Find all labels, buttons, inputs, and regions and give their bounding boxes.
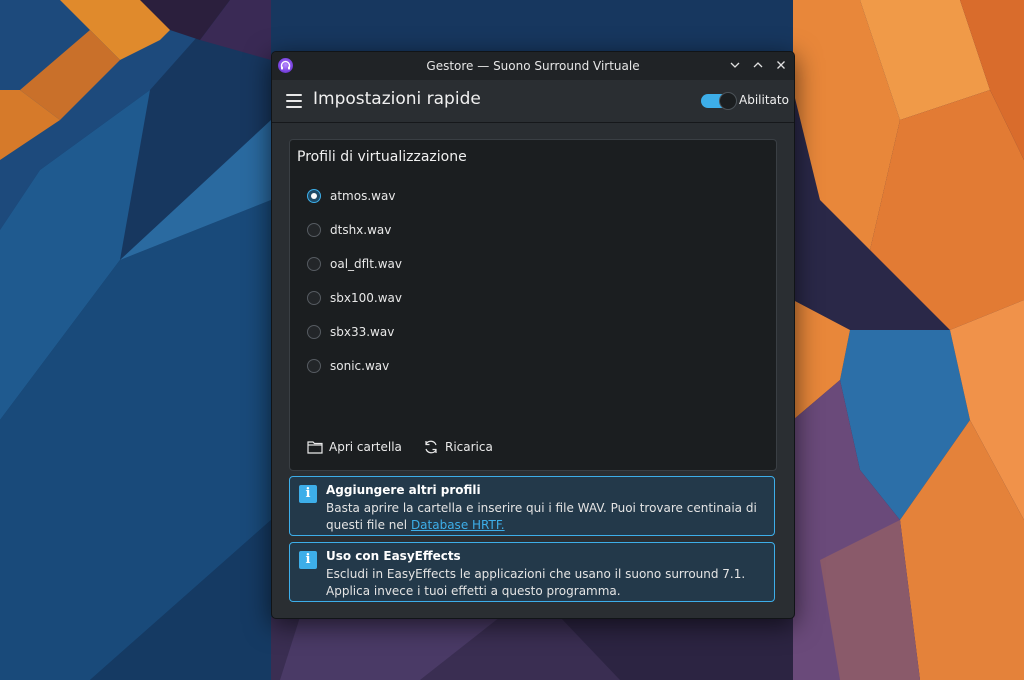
reload-label: Ricarica <box>445 440 493 454</box>
info-icon: i <box>299 551 317 569</box>
info-title: Aggiungere altri profili <box>326 483 481 497</box>
switch-knob <box>719 92 737 110</box>
chevron-down-icon <box>730 62 740 68</box>
info-icon: i <box>299 485 317 503</box>
enable-switch-label[interactable]: Abilitato <box>739 93 789 107</box>
info-text: Basta aprire la cartella e inserire qui … <box>326 500 768 534</box>
chevron-up-icon <box>753 62 763 68</box>
window-title: Gestore — Suono Surround Virtuale <box>426 59 640 73</box>
profiles-group: Profili di virtualizzazione atmos.wav dt… <box>289 139 777 471</box>
hamburger-menu-icon[interactable] <box>286 94 302 108</box>
folder-icon <box>307 441 323 454</box>
enable-switch[interactable] <box>701 92 737 110</box>
radio-button[interactable] <box>307 325 321 339</box>
app-window: Gestore — Suono Surround Virtuale Impost… <box>271 51 795 619</box>
page-header: Impostazioni rapide Abilitato <box>272 80 794 123</box>
profile-label: atmos.wav <box>330 189 396 203</box>
info-add-profiles: i Aggiungere altri profili Basta aprire … <box>289 476 775 536</box>
close-button[interactable] <box>774 58 788 72</box>
refresh-icon <box>425 440 437 454</box>
profile-option[interactable]: sbx33.wav <box>307 323 394 341</box>
profile-label: sbx33.wav <box>330 325 395 339</box>
hrtf-database-link[interactable]: Database HRTF. <box>411 518 505 532</box>
reload-button[interactable]: Ricarica <box>423 437 493 457</box>
profile-label: sbx100.wav <box>330 291 402 305</box>
radio-button[interactable] <box>307 359 321 373</box>
minimize-button[interactable] <box>728 58 742 72</box>
info-easyeffects: i Uso con EasyEffects Escludi in EasyEff… <box>289 542 775 602</box>
profile-label: sonic.wav <box>330 359 390 373</box>
profile-label: oal_dflt.wav <box>330 257 402 271</box>
info-body: Basta aprire la cartella e inserire qui … <box>326 501 757 532</box>
open-folder-label: Apri cartella <box>329 440 402 454</box>
info-text: Escludi in EasyEffects le applicazioni c… <box>326 567 746 598</box>
profile-option[interactable]: sonic.wav <box>307 357 389 375</box>
radio-button[interactable] <box>307 291 321 305</box>
page-title: Impostazioni rapide <box>313 89 481 109</box>
close-icon <box>777 61 785 69</box>
profile-option[interactable]: dtshx.wav <box>307 221 391 239</box>
maximize-button[interactable] <box>751 58 765 72</box>
radio-button[interactable] <box>307 189 321 203</box>
open-folder-button[interactable]: Apri cartella <box>307 437 402 457</box>
profile-option[interactable]: oal_dflt.wav <box>307 255 402 273</box>
profile-option[interactable]: atmos.wav <box>307 187 395 205</box>
profile-option[interactable]: sbx100.wav <box>307 289 402 307</box>
radio-button[interactable] <box>307 257 321 271</box>
title-bar[interactable]: Gestore — Suono Surround Virtuale <box>272 52 794 80</box>
radio-button[interactable] <box>307 223 321 237</box>
profiles-title: Profili di virtualizzazione <box>297 149 467 165</box>
profile-label: dtshx.wav <box>330 223 392 237</box>
info-title: Uso con EasyEffects <box>326 549 461 563</box>
